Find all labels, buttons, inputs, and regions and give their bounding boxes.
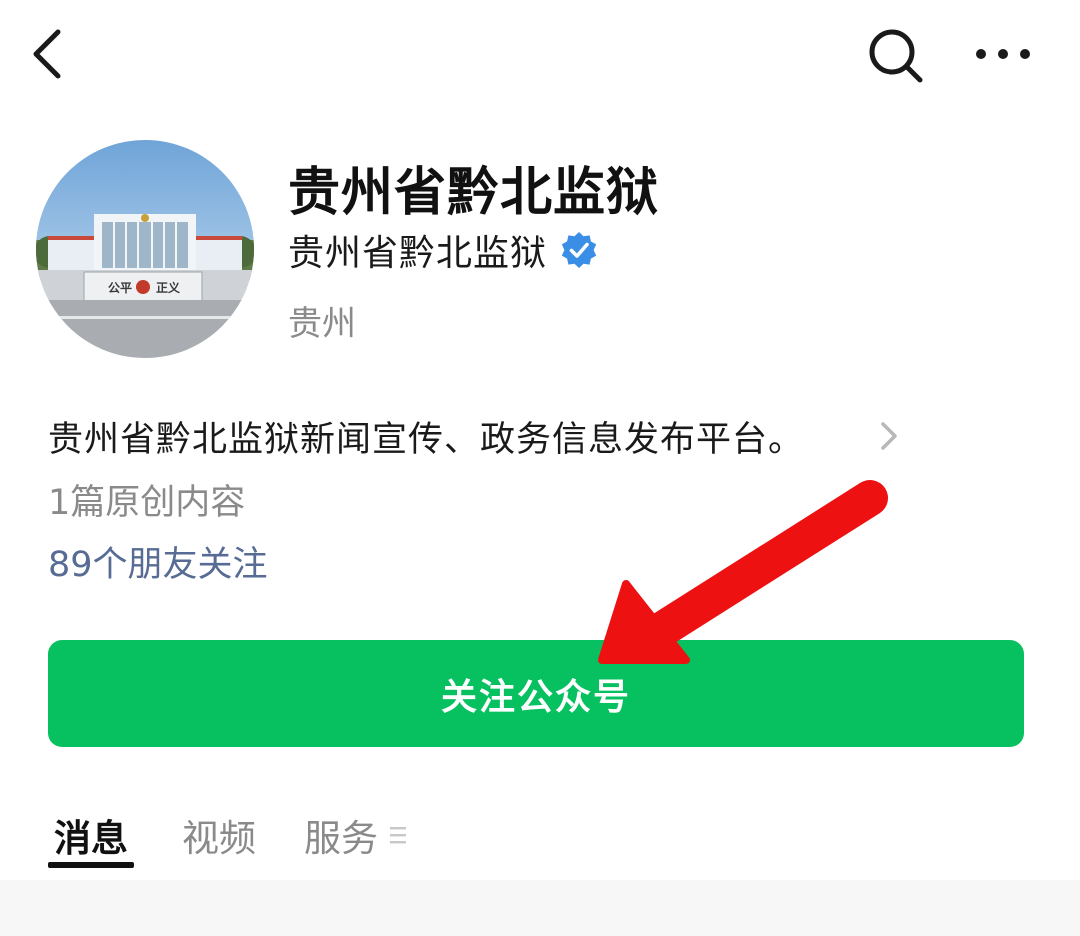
search-icon <box>869 29 923 83</box>
follow-account-button[interactable]: 关注公众号 <box>48 640 1024 747</box>
account-avatar[interactable]: 公平 正义 <box>36 140 254 358</box>
avatar-sign-right: 正义 <box>156 280 181 295</box>
services-menu-icon[interactable] <box>388 824 408 846</box>
tab-messages-label: 消息 <box>54 817 128 860</box>
account-name: 贵州省黔北监狱 <box>288 233 548 274</box>
region-label: 贵州 <box>288 304 356 344</box>
more-button[interactable] <box>968 22 1038 86</box>
tab-services[interactable]: 服务 <box>304 808 378 862</box>
tab-videos-label: 视频 <box>182 817 256 860</box>
tab-videos[interactable]: 视频 <box>182 808 256 862</box>
top-bar <box>0 0 1080 110</box>
bio-text: 贵州省黔北监狱新闻宣传、政务信息发布平台。 <box>48 419 805 460</box>
content-tabs: 消息 视频 服务 <box>48 808 408 868</box>
active-tab-indicator <box>48 862 134 868</box>
message-list-area <box>0 880 1080 936</box>
tab-messages[interactable]: 消息 <box>48 808 134 868</box>
verified-badge-icon[interactable] <box>559 230 599 270</box>
back-button[interactable] <box>22 22 82 86</box>
profile-title: 贵州省黔北监狱 <box>288 163 660 223</box>
friends-following-link[interactable]: 89个朋友关注 <box>48 536 268 587</box>
building-photo: 公平 正义 <box>36 140 254 358</box>
account-name-row: 贵州省黔北监狱 <box>288 224 599 276</box>
chevron-right-icon <box>881 422 897 450</box>
avatar-sign-left: 公平 <box>108 281 132 295</box>
tab-services-label: 服务 <box>304 817 378 860</box>
chevron-left-icon <box>33 29 61 79</box>
search-button[interactable] <box>862 22 928 88</box>
bio-row[interactable]: 贵州省黔北监狱新闻宣传、政务信息发布平台。 <box>48 406 1048 466</box>
original-content-count: 1篇原创内容 <box>48 483 246 523</box>
more-dots-icon <box>976 49 1030 59</box>
